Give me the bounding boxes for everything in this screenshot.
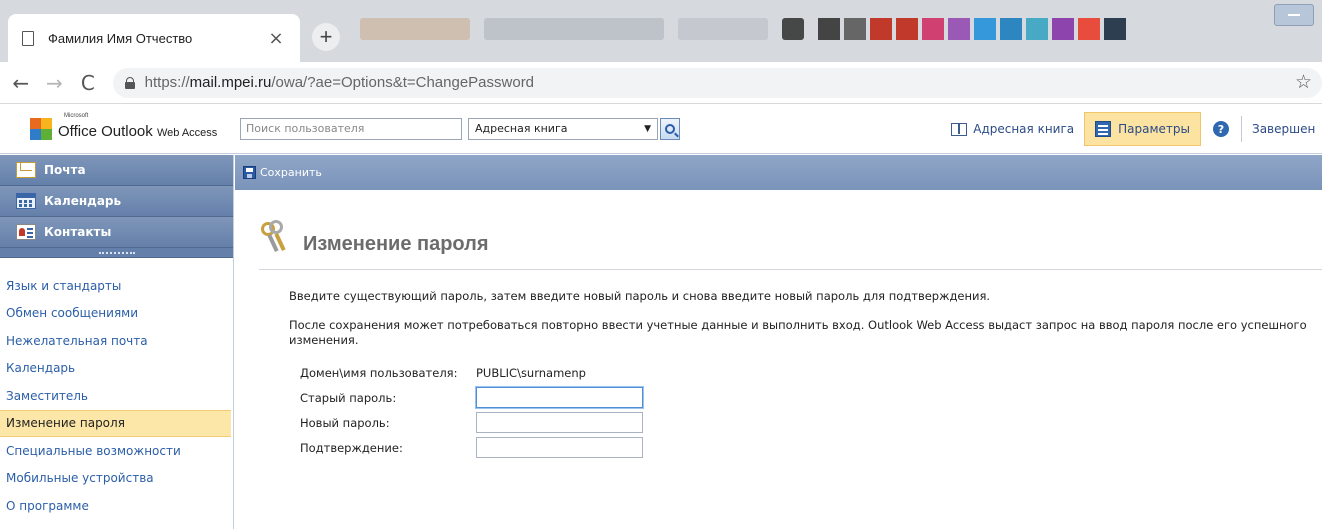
keys-icon [259, 220, 289, 254]
page-header: Изменение пароля [259, 220, 1322, 270]
warning-text: После сохранения может потребоваться пов… [289, 318, 1307, 347]
form-row: Подтверждение: [300, 435, 643, 460]
confirm-password-label: Подтверждение: [300, 440, 403, 455]
old-password-input[interactable] [476, 387, 643, 408]
logo-text: Office Outlook Web Access [58, 123, 218, 140]
option-item-about[interactable]: О программе [0, 492, 233, 520]
user-search-input[interactable] [240, 117, 462, 140]
close-icon[interactable]: × [266, 28, 286, 49]
search-icon [665, 123, 675, 134]
mail-icon [16, 162, 36, 178]
logo-microsoft: Microsoft [64, 112, 89, 119]
options-list: Язык и стандарты Обмен сообщениями Нежел… [0, 272, 233, 520]
domain-value: PUBLIC\surnamenp [476, 365, 586, 380]
left-navigation: Почта Календарь Контакты Язык и стандарт… [0, 155, 234, 529]
tab-title: Фамилия Имя Отчество [48, 30, 193, 46]
address-book-select[interactable]: Адресная книга ▼ [468, 117, 658, 140]
option-item-accessibility[interactable]: Специальные возможности [0, 437, 233, 465]
options-button[interactable]: Параметры [1084, 112, 1201, 146]
calendar-icon [16, 193, 36, 209]
form-row: Домен\имя пользователя: PUBLIC\surnamenp [300, 360, 643, 385]
outlook-logo: Microsoft Office Outlook Web Access [30, 109, 230, 149]
address-bar[interactable]: https://mail.mpei.ru/owa/?ae=Options&t=C… [112, 67, 1322, 98]
browser-tab[interactable]: Фамилия Имя Отчество × [8, 14, 300, 62]
back-button[interactable]: ← [8, 70, 34, 96]
options-icon [1095, 121, 1112, 137]
option-item-mobile-devices[interactable]: Мобильные устройства [0, 465, 233, 493]
save-icon[interactable] [243, 166, 256, 179]
nav-section-label: Календарь [44, 194, 122, 208]
nav-section-label: Почта [44, 163, 86, 177]
background-blob [484, 18, 664, 40]
page-title: Изменение пароля [303, 233, 489, 255]
color-swatches [818, 18, 1126, 40]
header-actions: Адресная книга Параметры ? Завершен [941, 112, 1322, 146]
search-button[interactable] [660, 117, 680, 140]
nav-section-contacts[interactable]: Контакты [0, 217, 233, 248]
help-icon[interactable]: ? [1213, 121, 1229, 137]
minimize-icon [1288, 14, 1300, 16]
address-book-select-value: Адресная книга [475, 122, 568, 135]
option-item-messaging[interactable]: Обмен сообщениями [0, 300, 233, 328]
command-bar: Сохранить [235, 155, 1322, 190]
logout-link[interactable]: Завершен [1242, 122, 1322, 136]
option-item-calendar[interactable]: Календарь [0, 355, 233, 383]
domain-label: Домен\имя пользователя: [300, 365, 458, 380]
nav-resize-grip[interactable] [0, 248, 233, 258]
url-text[interactable]: https://mail.mpei.ru/owa/?ae=Options&t=C… [145, 74, 534, 91]
option-item-language[interactable]: Язык и стандарты [0, 272, 233, 300]
desktop-background [360, 8, 1260, 50]
grip-dots [98, 251, 135, 254]
reload-button[interactable]: C [75, 70, 101, 96]
nav-section-label: Контакты [44, 225, 112, 239]
address-book-link[interactable]: Адресная книга [941, 112, 1084, 146]
owa-header: Microsoft Office Outlook Web Access Адре… [0, 104, 1322, 154]
instructions: Введите существующий пароль, затем введи… [289, 289, 1319, 348]
nav-section-mail[interactable]: Почта [0, 155, 233, 186]
instruction-text: Введите существующий пароль, затем введи… [289, 289, 991, 303]
background-blob [360, 18, 470, 40]
change-password-form: Домен\имя пользователя: PUBLIC\surnamenp… [300, 360, 643, 460]
save-button[interactable]: Сохранить [260, 166, 322, 179]
option-item-change-password[interactable]: Изменение пароля [0, 409, 231, 437]
new-password-input[interactable] [476, 412, 643, 433]
bookmark-star-icon[interactable]: ☆ [1295, 71, 1312, 93]
forward-button[interactable]: → [42, 70, 68, 96]
option-item-delegate[interactable]: Заместитель [0, 382, 233, 410]
browser-toolbar: ← → C https://mail.mpei.ru/owa/?ae=Optio… [0, 62, 1322, 104]
background-blob [678, 18, 768, 40]
browser-tabstrip: Фамилия Имя Отчество × + [0, 0, 1322, 62]
dropdown-arrow-icon: ▼ [644, 123, 651, 134]
page-icon [22, 30, 34, 46]
nav-section-calendar[interactable]: Календарь [0, 186, 233, 217]
office-logo-icon [30, 117, 52, 140]
main-content: Сохранить Изменение пароля Введите сущес… [235, 155, 1322, 529]
contacts-icon [16, 224, 36, 240]
address-book-label: Адресная книга [973, 122, 1075, 136]
form-row: Новый пароль: [300, 410, 643, 435]
old-password-label: Старый пароль: [300, 390, 397, 405]
new-password-label: Новый пароль: [300, 415, 390, 430]
options-label: Параметры [1118, 122, 1190, 136]
form-row: Старый пароль: [300, 385, 643, 410]
address-book-icon [951, 122, 968, 136]
option-item-junk-mail[interactable]: Нежелательная почта [0, 327, 233, 355]
minimize-button[interactable] [1274, 4, 1314, 26]
new-tab-button[interactable]: + [312, 23, 340, 51]
confirm-password-input[interactable] [476, 437, 643, 458]
lock-icon[interactable] [124, 76, 135, 89]
background-blob [782, 18, 804, 40]
